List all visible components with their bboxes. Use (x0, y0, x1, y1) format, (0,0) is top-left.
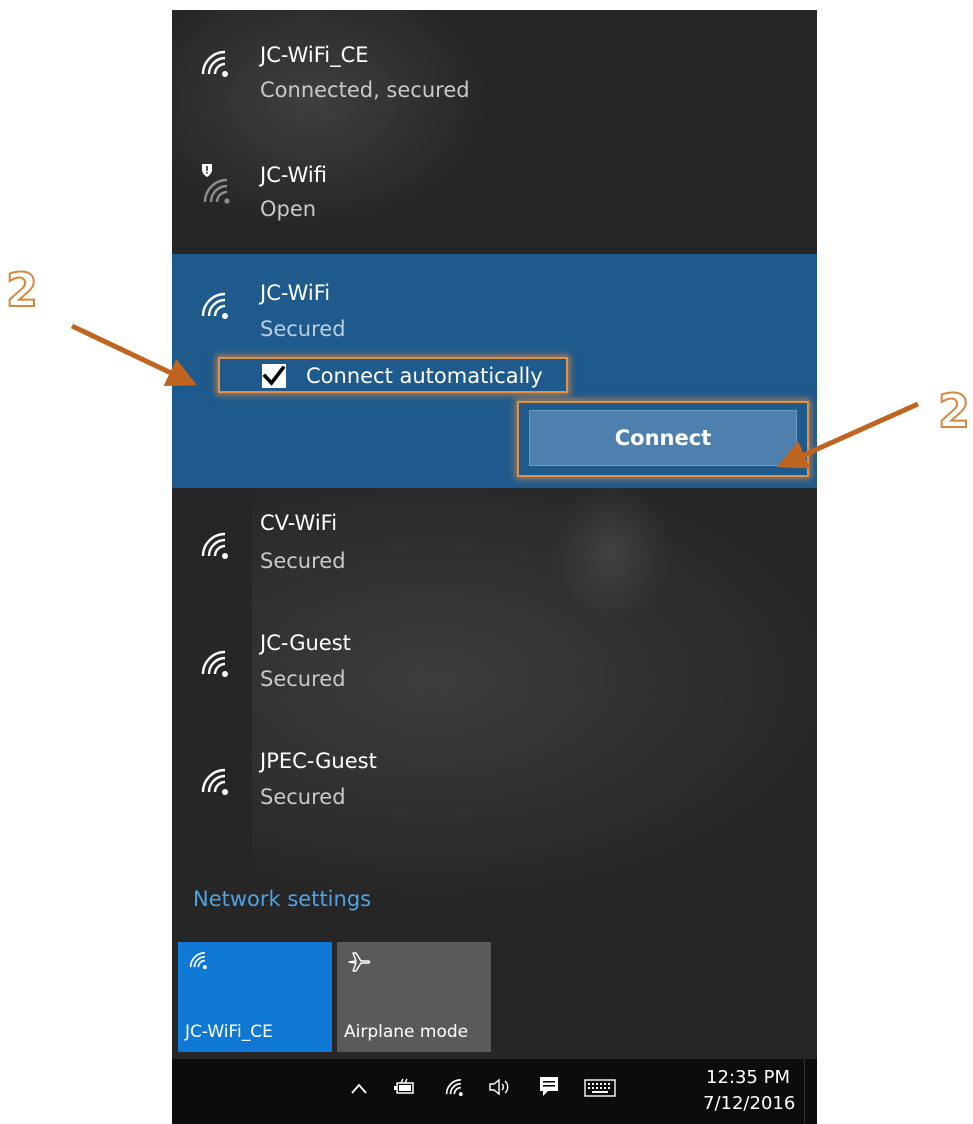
wifi-open-warning-icon (202, 164, 230, 204)
taskbar-clock[interactable]: 12:35 PM 7/12/2016 (703, 1065, 796, 1117)
network-item-jc-wifi-selected[interactable]: JC-WiFi Secured Connect automatically Co… (172, 254, 817, 488)
wifi-icon (201, 768, 228, 795)
network-name: JC-WiFi_CE (260, 43, 369, 67)
checkmark-icon (262, 365, 286, 386)
clock-date: 7/12/2016 (703, 1093, 796, 1114)
airplane-icon (348, 952, 371, 972)
chevron-up-icon[interactable] (350, 1081, 368, 1095)
network-status: Secured (260, 549, 346, 573)
keyboard-icon[interactable] (584, 1078, 616, 1098)
network-name: JC-Wifi (260, 163, 327, 187)
network-settings-link[interactable]: Network settings (193, 886, 371, 912)
quick-action-airplane-mode[interactable]: Airplane mode (337, 942, 491, 1052)
network-flyout: JC-WiFi_CE Connected, secured JC-Wifi Op… (172, 10, 817, 1124)
wifi-icon (189, 952, 207, 970)
network-name: JC-Guest (260, 631, 351, 655)
action-center-icon[interactable] (538, 1075, 560, 1099)
network-item-jpec-guest[interactable]: JPEC-Guest Secured (172, 724, 817, 842)
quick-action-wifi[interactable]: JC-WiFi_CE (178, 942, 332, 1052)
network-item-jc-wifi-ce[interactable]: JC-WiFi_CE Connected, secured (172, 10, 817, 134)
quick-action-label: JC-WiFi_CE (185, 1022, 273, 1042)
wifi-icon (201, 50, 228, 77)
network-status: Secured (260, 785, 346, 809)
network-item-jc-wifi-open[interactable]: JC-Wifi Open (172, 134, 817, 254)
callout-number-left: 2 (5, 263, 39, 317)
network-status: Open (260, 197, 317, 221)
connect-automatically-checkbox[interactable] (262, 364, 286, 388)
arrow-to-checkbox (70, 323, 198, 386)
network-item-jc-guest[interactable]: JC-Guest Secured (172, 606, 817, 724)
network-name: JPEC-Guest (260, 749, 377, 773)
network-status: Secured (260, 317, 346, 341)
connect-button[interactable]: Connect (529, 410, 797, 466)
network-item-cv-wifi[interactable]: CV-WiFi Secured (172, 488, 817, 606)
battery-icon[interactable] (393, 1078, 417, 1098)
network-name: JC-WiFi (260, 281, 331, 305)
connect-automatically-row[interactable]: Connect automatically (218, 357, 568, 393)
wifi-icon[interactable] (444, 1077, 466, 1097)
callout-number-right: 2 (937, 384, 971, 438)
volume-icon[interactable] (488, 1077, 512, 1097)
show-desktop-divider (804, 1059, 805, 1124)
clock-time: 12:35 PM (706, 1067, 790, 1088)
wifi-icon (201, 292, 228, 319)
network-status: Connected, secured (260, 78, 470, 102)
quick-action-label: Airplane mode (344, 1022, 469, 1042)
taskbar: 12:35 PM 7/12/2016 (172, 1059, 817, 1124)
wifi-icon (201, 532, 228, 559)
connect-automatically-label: Connect automatically (306, 364, 543, 388)
network-name: CV-WiFi (260, 511, 338, 535)
connect-button-highlight: Connect (517, 401, 809, 477)
network-status: Secured (260, 667, 346, 691)
wifi-icon (201, 650, 228, 677)
